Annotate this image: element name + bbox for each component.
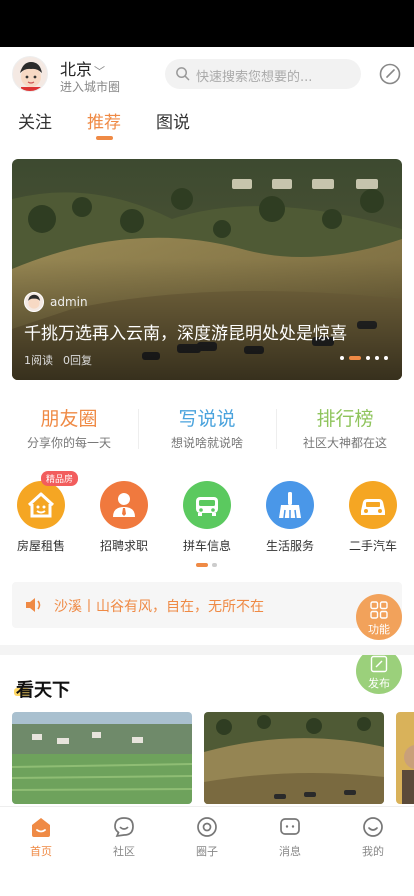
pen-icon: [370, 655, 388, 673]
quick-link-title: 朋友圈: [40, 408, 98, 430]
page-dot-active[interactable]: [196, 563, 208, 567]
section-title: 看天下: [16, 680, 70, 701]
grid-item-services[interactable]: 生活服务: [249, 481, 331, 554]
quick-link-sub: 社区大神都在这: [302, 436, 387, 450]
banner-dot-active[interactable]: [349, 356, 361, 360]
nav-circle[interactable]: 圈子: [166, 815, 248, 859]
chevron-down-icon: ﹀: [94, 65, 106, 78]
grid-item-label: 房屋租售: [16, 539, 65, 553]
nav-label: 社区: [113, 845, 135, 858]
city-name: 北京: [60, 60, 93, 79]
announcement-text: 沙溪丨山谷有风，自在，无所不在: [54, 599, 264, 615]
city-selector[interactable]: 北京 ﹀: [60, 56, 105, 80]
news-card-image: [12, 712, 192, 804]
feed-tabs: 关注 推荐 图说: [0, 108, 414, 144]
quick-link-ranking[interactable]: 排行榜 社区大神都在这: [276, 404, 414, 451]
service-grid: 精品房 房屋租售 招聘求职 拼车信息 生活服务 二手汽车: [0, 471, 414, 561]
speaker-icon: [26, 598, 41, 612]
read-count: 1阅读: [24, 354, 53, 367]
news-card[interactable]: [12, 712, 192, 804]
author-avatar: [24, 292, 44, 312]
grid-item-label: 生活服务: [265, 539, 314, 553]
grid-item-jobs[interactable]: 招聘求职: [83, 481, 165, 554]
banner-image: [12, 159, 402, 380]
grid-item-label: 拼车信息: [182, 539, 231, 553]
circle-icon: [197, 817, 217, 837]
reply-count: 0回复: [63, 354, 92, 367]
grid-item-label: 招聘求职: [99, 539, 148, 553]
nav-label: 首页: [30, 845, 52, 858]
city-circle-link[interactable]: 进入城市圈: [60, 78, 120, 95]
nav-messages[interactable]: 消息: [249, 815, 331, 859]
quick-link-moments[interactable]: 朋友圈 分享你的每一天: [0, 404, 138, 451]
tab-follow[interactable]: 关注: [18, 108, 52, 133]
publish-label: 发布: [368, 677, 390, 690]
quick-link-title: 排行榜: [316, 408, 374, 430]
featured-banner[interactable]: admin 千挑万选再入云南，深度游昆明处处是惊喜 1阅读 0回复: [12, 159, 402, 380]
tab-recommend[interactable]: 推荐: [87, 108, 121, 133]
news-card-image: [396, 712, 414, 804]
news-card-image: [204, 712, 384, 804]
nav-label: 消息: [279, 845, 301, 858]
home-icon: [32, 818, 50, 837]
nav-profile[interactable]: 我的: [332, 815, 414, 859]
tab-pictures[interactable]: 图说: [156, 108, 190, 133]
compose-icon[interactable]: [378, 62, 402, 86]
bottom-navigation: 首页 社区 圈子 消息 我的: [0, 806, 414, 866]
grid-pagination: [196, 563, 217, 567]
search-placeholder: 快速搜索您想要的...: [196, 70, 313, 85]
broom-icon: [279, 492, 301, 519]
grid-item-housing[interactable]: 精品房 房屋租售: [0, 471, 82, 554]
user-avatar[interactable]: [12, 56, 48, 92]
banner-dot[interactable]: [384, 356, 388, 360]
page-dot[interactable]: [212, 563, 217, 567]
community-icon: [114, 817, 134, 838]
quick-link-title: 写说说: [178, 408, 236, 430]
banner-stats: 1阅读 0回复: [24, 352, 102, 368]
banner-dot[interactable]: [340, 356, 344, 360]
function-button[interactable]: 功能: [356, 594, 402, 640]
announcement-bar[interactable]: 沙溪丨山谷有风，自在，无所不在: [12, 582, 402, 628]
profile-icon: [363, 817, 383, 837]
world-news-cards: [12, 712, 414, 804]
job-icon: [113, 493, 135, 517]
nav-label: 圈子: [196, 845, 218, 858]
banner-dot[interactable]: [375, 356, 379, 360]
quick-link-post[interactable]: 写说说 想说啥就说啥: [138, 404, 276, 451]
nav-label: 我的: [362, 845, 384, 858]
status-bar: [0, 0, 414, 47]
top-header: 北京 ﹀ 进入城市圈 快速搜索您想要的...: [0, 50, 414, 100]
grid-item-used-cars[interactable]: 二手汽车: [332, 481, 414, 554]
nav-home[interactable]: 首页: [0, 815, 82, 859]
quick-links: 朋友圈 分享你的每一天 写说说 想说啥就说啥 排行榜 社区大神都在这: [0, 404, 414, 454]
banner-dot[interactable]: [366, 356, 370, 360]
news-card[interactable]: [396, 712, 414, 804]
grid-icon: [370, 601, 388, 619]
grid-item-label: 二手汽车: [348, 539, 397, 553]
house-icon: [27, 492, 55, 518]
nav-community[interactable]: 社区: [83, 815, 165, 859]
function-label: 功能: [368, 623, 390, 636]
section-divider: [0, 645, 414, 655]
search-icon: [176, 67, 190, 81]
home-indicator-area: [0, 866, 414, 896]
banner-author: admin: [24, 292, 88, 312]
used-car-icon: [361, 499, 385, 515]
quick-link-sub: 分享你的每一天: [26, 436, 111, 450]
banner-title: 千挑万选再入云南，深度游昆明处处是惊喜: [24, 324, 347, 344]
search-input[interactable]: 快速搜索您想要的...: [165, 59, 361, 89]
grid-item-carpool[interactable]: 拼车信息: [166, 481, 248, 554]
author-name: admin: [50, 295, 88, 309]
featured-badge: 精品房: [41, 471, 79, 486]
quick-link-sub: 想说啥就说啥: [170, 436, 243, 450]
car-icon: [196, 497, 218, 516]
banner-pagination: [340, 356, 388, 360]
news-card[interactable]: [204, 712, 384, 804]
message-icon: [280, 818, 300, 835]
active-tab-indicator: [96, 136, 113, 140]
